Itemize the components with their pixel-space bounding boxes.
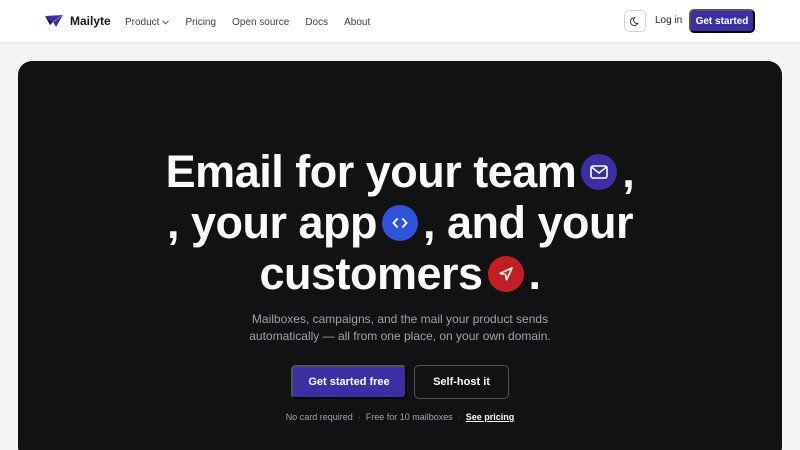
headline-text: Email for your team <box>165 146 577 197</box>
hero-headline: Email for your team , , your app , and y… <box>18 146 782 299</box>
subtitle-line-2: automatically — all from one place, on y… <box>249 329 551 343</box>
brand-name: Mailyte <box>70 14 111 28</box>
nav-links: Product Pricing Open source Docs About <box>125 14 370 30</box>
subtitle-line-1: Mailboxes, campaigns, and the mail your … <box>251 312 549 326</box>
headline-line-3: customers . <box>18 248 782 299</box>
nav-link-open-source[interactable]: Open source <box>232 17 289 28</box>
free-mailboxes-text: Free for 10 mailboxes <box>365 412 453 422</box>
separator-dot: · <box>457 412 461 422</box>
envelope-badge <box>581 153 618 190</box>
envelope-icon <box>590 164 609 179</box>
get-started-button[interactable]: Get started <box>689 9 755 33</box>
headline-punct: . <box>528 248 542 299</box>
send-badge <box>487 255 524 292</box>
self-host-button[interactable]: Self-host it <box>414 365 509 399</box>
nav-link-about[interactable]: About <box>344 17 370 28</box>
code-brackets-icon <box>392 217 408 228</box>
nav-link-pricing[interactable]: Pricing <box>185 17 216 28</box>
headline-line-2: , your app , and your <box>18 197 782 248</box>
separator-dot: · <box>357 412 361 422</box>
headline-text: , and your <box>423 197 634 248</box>
top-nav: Mailyte Product Pricing Open source Docs… <box>0 0 800 43</box>
no-card-text: No card required <box>285 412 353 422</box>
paper-plane-logo-icon <box>45 14 64 27</box>
hero-section: Email for your team , , your app , and y… <box>18 61 782 450</box>
headline-punct: , <box>622 146 635 197</box>
headline-text: , your app <box>166 197 378 248</box>
get-started-free-button[interactable]: Get started free <box>291 365 407 399</box>
see-pricing-link[interactable]: See pricing <box>466 412 515 422</box>
hero-subtitle: Mailboxes, campaigns, and the mail your … <box>18 311 782 345</box>
hero-meta: No card required · Free for 10 mailboxes… <box>18 412 782 422</box>
login-link[interactable]: Log in <box>655 15 682 26</box>
chevron-down-icon <box>162 19 170 25</box>
nav-link-product[interactable]: Product <box>125 16 170 28</box>
moon-icon <box>629 16 639 26</box>
code-badge <box>382 204 418 241</box>
headline-line-1: Email for your team , <box>18 146 782 197</box>
headline-text: customers <box>259 248 483 299</box>
send-arrow-icon <box>498 266 513 281</box>
nav-link-label: Product <box>125 16 160 28</box>
nav-link-docs[interactable]: Docs <box>305 17 328 28</box>
theme-toggle-button[interactable] <box>624 10 646 32</box>
brand-logo[interactable]: Mailyte <box>44 11 111 31</box>
